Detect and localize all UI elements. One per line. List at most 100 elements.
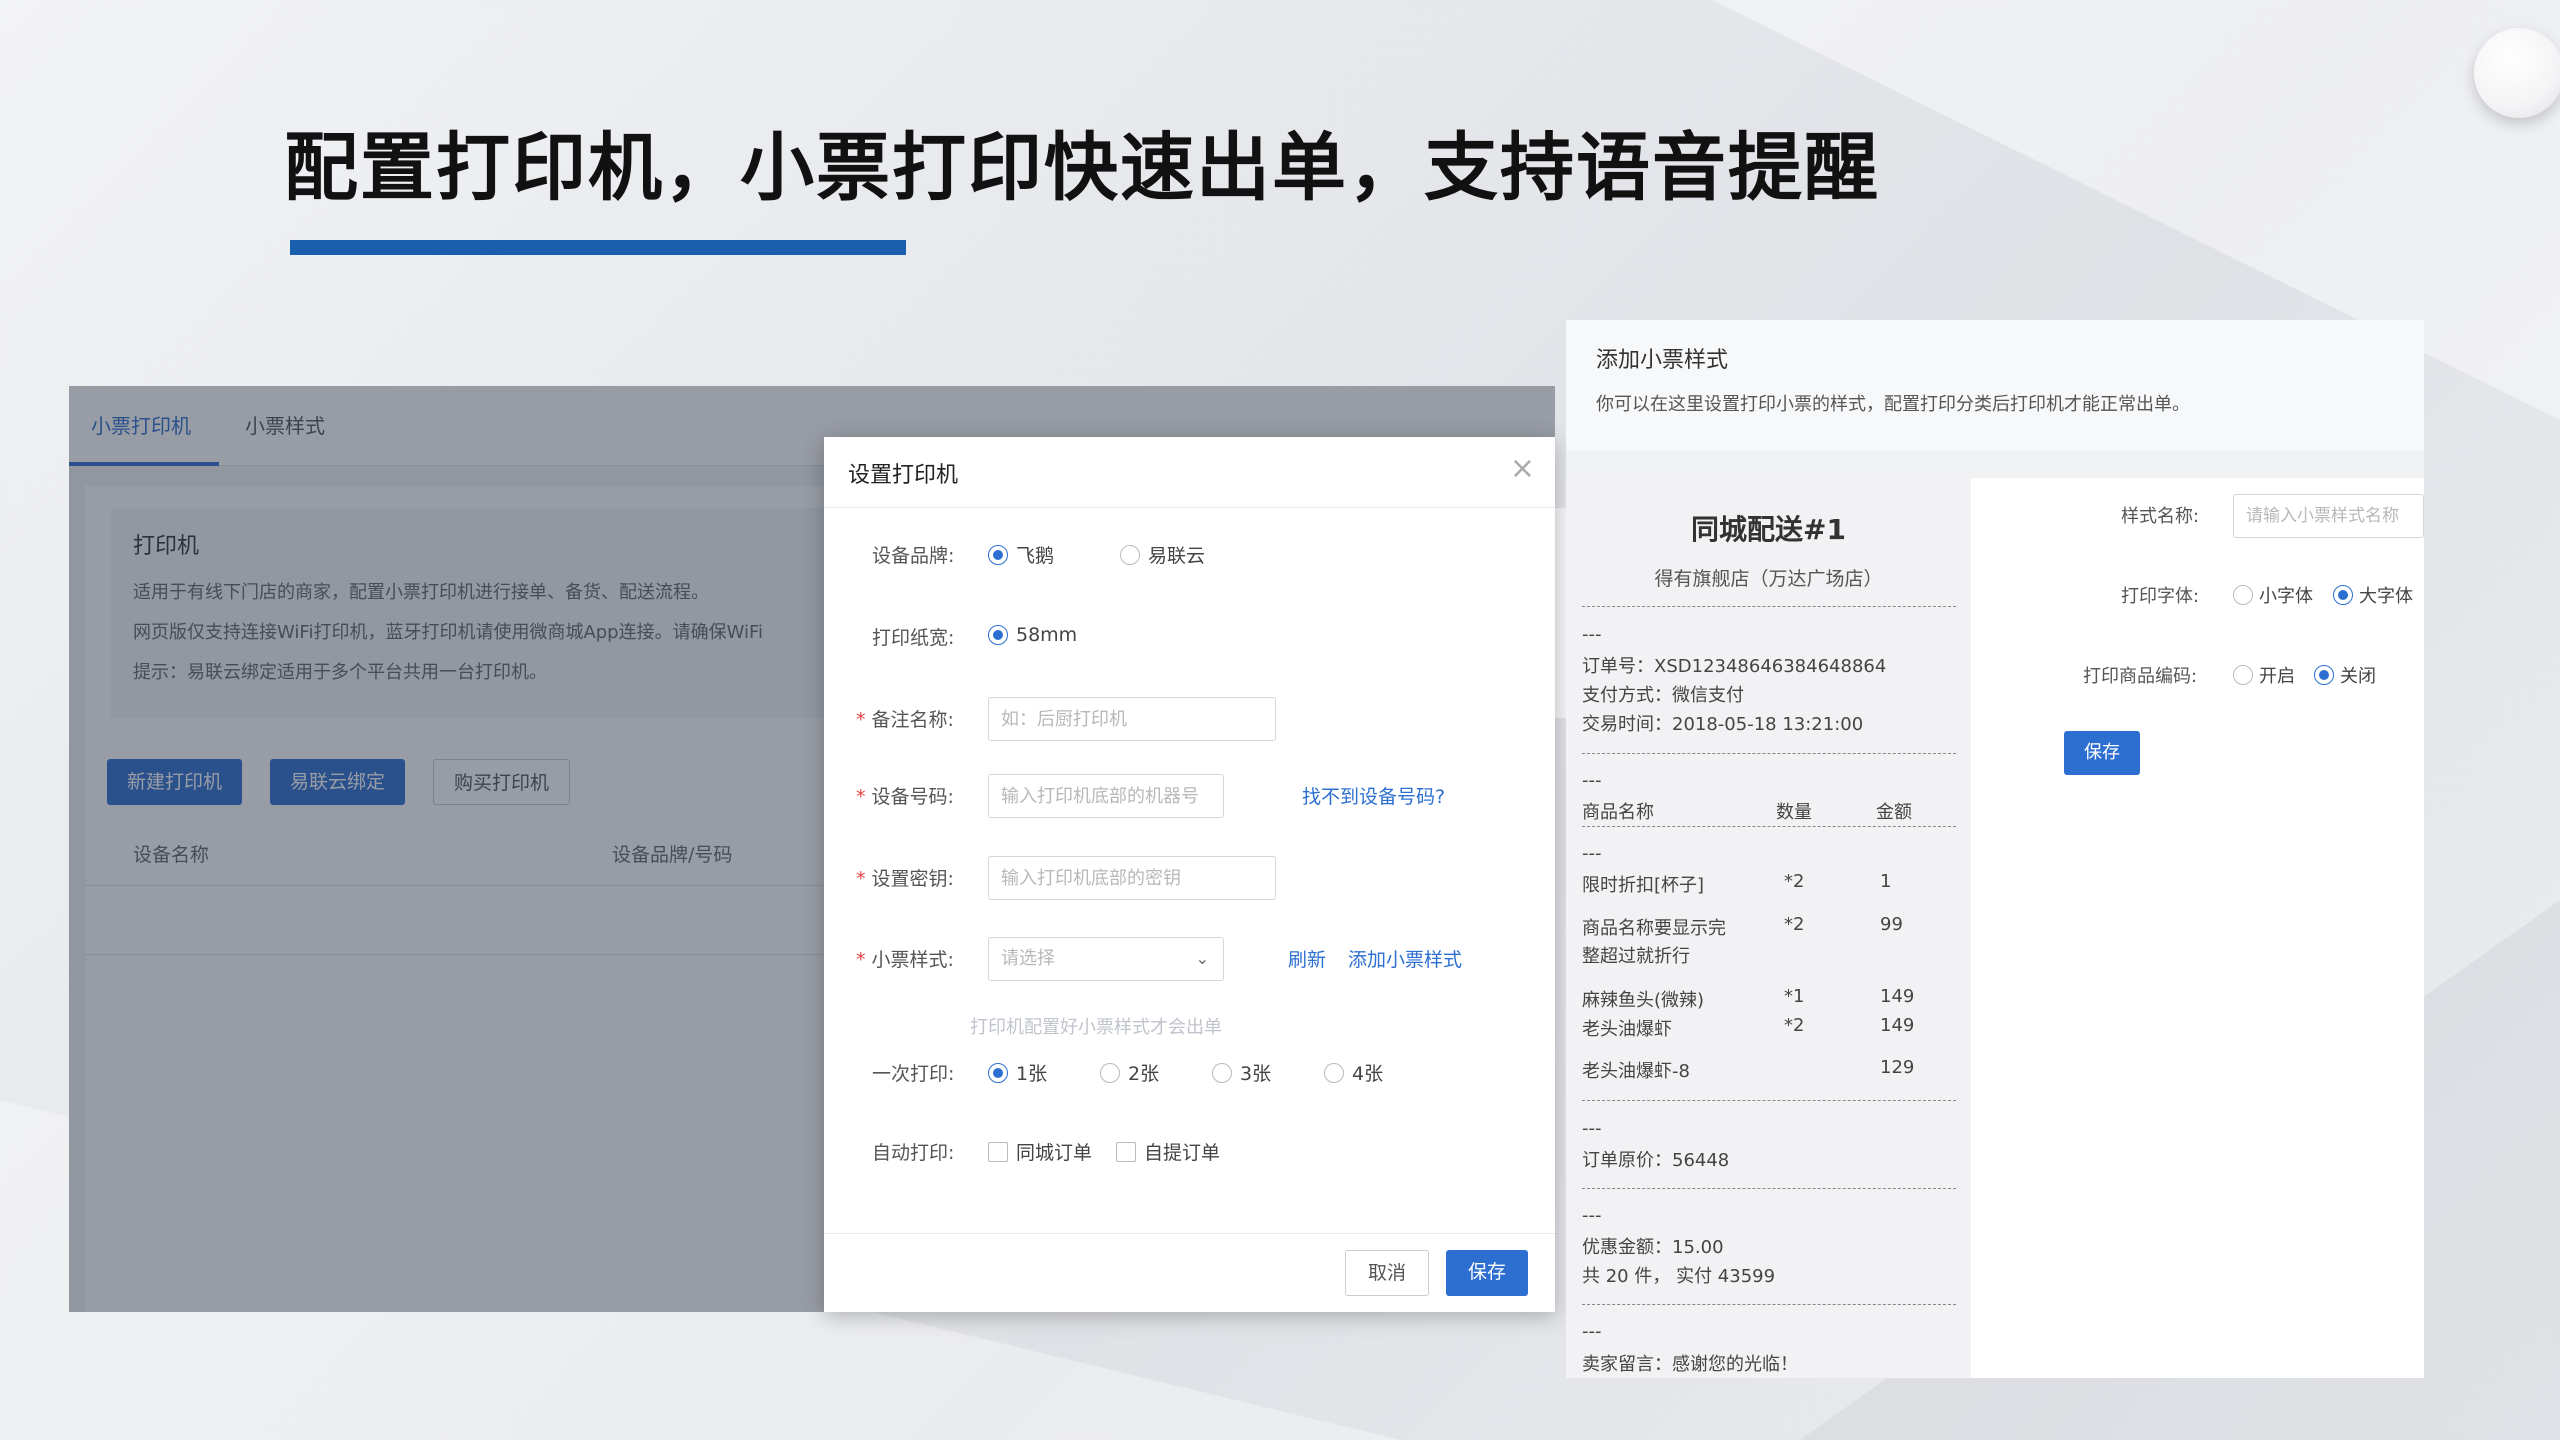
radio-icon: [1120, 544, 1140, 565]
receipt-separator: [1582, 753, 1956, 754]
radio-selected-icon: [988, 624, 1008, 645]
brand-option-yilianyun[interactable]: 易联云: [1120, 541, 1205, 568]
receipt-item-amount: 149: [1880, 1015, 1915, 1036]
checkbox-icon: [988, 1141, 1008, 1162]
secret-key-input[interactable]: [988, 856, 1276, 900]
radio-icon: [2233, 665, 2253, 685]
receipt-pay-method: 支付方式：微信支付: [1582, 685, 1744, 706]
panel-description: 你可以在这里设置打印小票的样式，配置打印分类后打印机才能正常出单。: [1596, 394, 2190, 415]
receipt-sep-text: ---: [1582, 1118, 1602, 1139]
add-receipt-style-link[interactable]: 添加小票样式: [1348, 945, 1462, 972]
paper-option-58mm[interactable]: 58mm: [988, 623, 1077, 646]
receipt-style-form: 样式名称: 打印字体: 小字体 大字体 打印商品编码: 开启 关闭 保存: [1971, 478, 2424, 1378]
receipt-item-name: 老头油爆虾-8: [1582, 1061, 1690, 1082]
font-option-small[interactable]: 小字体: [2233, 582, 2313, 608]
save-button[interactable]: 保存: [1446, 1250, 1529, 1296]
remark-name-input[interactable]: [988, 697, 1276, 741]
slide-headline: 配置打印机，小票打印快速出单，支持语音提醒: [284, 125, 1880, 211]
receipt-col-qty: 数量: [1776, 802, 1812, 823]
receipt-item-qty: *2: [1784, 871, 1805, 892]
find-device-number-link[interactable]: 找不到设备号码?: [1302, 782, 1445, 809]
panel-title: 添加小票样式: [1596, 348, 1729, 373]
style-name-input[interactable]: [2233, 494, 2424, 538]
chevron-down-icon: ⌄: [1195, 949, 1209, 968]
radio-selected-icon: [2314, 665, 2334, 685]
divider: [824, 507, 1555, 508]
device-number-input[interactable]: [988, 774, 1224, 818]
receipt-sep-text: ---: [1582, 770, 1602, 791]
receipt-sep-text: ---: [1582, 1321, 1602, 1342]
radio-selected-icon: [988, 1062, 1008, 1083]
receipt-item-amount: 149: [1880, 986, 1915, 1007]
receipt-separator: [1582, 826, 1956, 827]
close-icon[interactable]: ×: [1510, 451, 1535, 486]
receipt-item-name: 老头油爆虾: [1582, 1019, 1672, 1040]
font-option-large[interactable]: 大字体: [2333, 582, 2413, 608]
auto-print-label: 自动打印:: [872, 1142, 955, 1164]
panel-header: 添加小票样式 你可以在这里设置打印小票的样式，配置打印分类后打印机才能正常出单。: [1566, 320, 2424, 450]
receipt-separator: [1582, 1304, 1956, 1305]
auto-print-city-order[interactable]: 同城订单: [988, 1138, 1092, 1165]
paper-width-label: 打印纸宽:: [872, 627, 955, 649]
receipt-style-label: * 小票样式:: [856, 949, 954, 971]
receipt-item-amount: 99: [1880, 914, 1903, 935]
radio-selected-icon: [2333, 585, 2353, 605]
receipt-separator: [1582, 606, 1956, 607]
radio-icon: [2233, 585, 2253, 605]
receipt-item-name: 麻辣鱼头(微辣): [1582, 990, 1705, 1011]
remark-name-label: * 备注名称:: [856, 709, 954, 731]
receipt-col-name: 商品名称: [1582, 802, 1654, 823]
receipt-style-select[interactable]: 请选择 ⌄: [988, 937, 1224, 981]
refresh-link[interactable]: 刷新: [1288, 945, 1326, 972]
radio-icon: [1100, 1062, 1120, 1083]
radio-icon: [1212, 1062, 1232, 1083]
code-option-off[interactable]: 关闭: [2314, 662, 2376, 688]
style-name-label: 样式名称:: [2121, 506, 2200, 527]
receipt-item-name-wrap: 整超过就折行: [1582, 946, 1690, 967]
print-font-label: 打印字体:: [2121, 586, 2200, 607]
receipt-item-name: 限时折扣[杯子]: [1582, 875, 1705, 896]
receipt-separator: [1582, 1100, 1956, 1101]
receipt-total: 共 20 件， 实付 43599: [1582, 1266, 1776, 1287]
style-save-button[interactable]: 保存: [2064, 731, 2140, 775]
radio-icon: [1324, 1062, 1344, 1083]
receipt-preview: 同城配送#1 得有旗舰店（万达广场店） --- 订单号：XSD123486463…: [1566, 478, 1971, 1378]
receipt-shop-name: 得有旗舰店（万达广场店）: [1654, 568, 1883, 590]
receipt-separator: [1582, 1188, 1956, 1189]
code-option-on[interactable]: 开启: [2233, 662, 2295, 688]
receipt-style-hint: 打印机配置好小票样式才会出单: [970, 1017, 1222, 1038]
copies-option-4[interactable]: 4张: [1324, 1059, 1383, 1086]
brand-label: 设备品牌:: [872, 545, 955, 567]
checkbox-icon: [1116, 1141, 1136, 1162]
receipt-item-qty: *2: [1784, 1015, 1805, 1036]
device-number-label: * 设备号码:: [856, 786, 954, 808]
radio-selected-icon: [988, 544, 1008, 565]
cancel-button[interactable]: 取消: [1345, 1250, 1430, 1296]
receipt-col-amount: 金额: [1876, 802, 1912, 823]
receipt-original-price: 订单原价：56448: [1582, 1150, 1730, 1171]
copies-option-3[interactable]: 3张: [1212, 1059, 1271, 1086]
receipt-item-name: 商品名称要显示完: [1582, 918, 1726, 939]
receipt-discount: 优惠金额：15.00: [1582, 1237, 1724, 1258]
copies-label: 一次打印:: [872, 1063, 955, 1085]
receipt-sep-text: ---: [1582, 843, 1602, 864]
headline-underline: [290, 240, 906, 255]
copies-option-2[interactable]: 2张: [1100, 1059, 1159, 1086]
receipt-order-no: 订单号：XSD12348646384648864: [1582, 656, 1887, 677]
receipt-item-qty: *2: [1784, 914, 1805, 935]
print-code-label: 打印商品编码:: [2083, 666, 2198, 687]
auto-print-pickup-order[interactable]: 自提订单: [1116, 1138, 1220, 1165]
dialog-title: 设置打印机: [848, 463, 959, 488]
receipt-item-qty: *1: [1784, 986, 1805, 1007]
receipt-sep-text: ---: [1582, 624, 1602, 645]
printer-settings-dialog: 设置打印机 × 设备品牌: 飞鹅 易联云 打印纸宽: 58mm *备注名称: *…: [824, 437, 1555, 1312]
receipt-sep-text: ---: [1582, 1205, 1602, 1226]
receipt-seller-message: 卖家留言：感谢您的光临！: [1582, 1354, 1798, 1375]
copies-option-1[interactable]: 1张: [988, 1059, 1047, 1086]
receipt-trade-time: 交易时间：2018-05-18 13:21:00: [1582, 714, 1864, 735]
decorative-circle: [2474, 28, 2560, 118]
receipt-item-amount: 1: [1880, 871, 1892, 892]
receipt-title: 同城配送#1: [1691, 513, 1846, 546]
brand-option-feie[interactable]: 飞鹅: [988, 541, 1054, 568]
receipt-style-panel: 添加小票样式 你可以在这里设置打印小票的样式，配置打印分类后打印机才能正常出单。…: [1566, 320, 2424, 1378]
